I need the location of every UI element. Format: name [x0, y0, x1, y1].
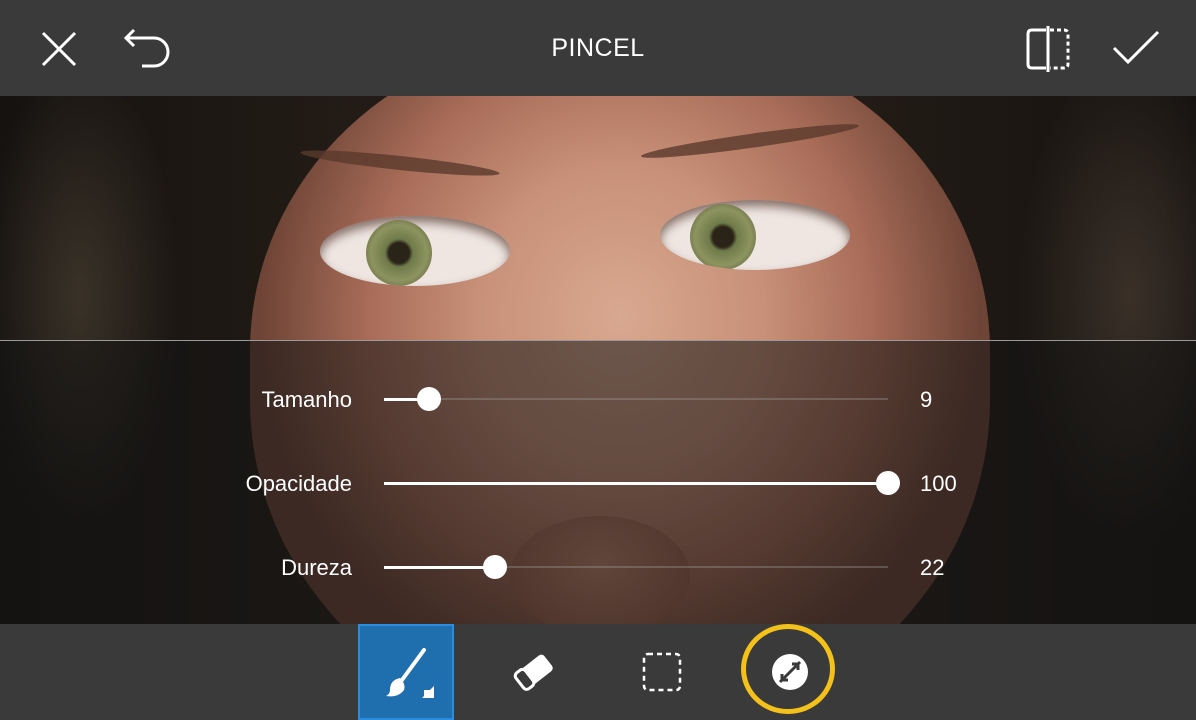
opacity-value: 100	[920, 471, 957, 496]
top-bar: PINCEL	[0, 0, 1196, 96]
dashed-square-icon	[642, 652, 682, 697]
compare-icon[interactable]	[1024, 26, 1072, 72]
opacity-slider-fill	[384, 482, 888, 485]
opacity-slider[interactable]	[384, 471, 900, 495]
highlight-ring	[741, 624, 835, 714]
bottom-toolbar	[0, 624, 1196, 720]
hardness-slider-thumb[interactable]	[483, 555, 507, 579]
hardness-slider-fill	[384, 566, 495, 569]
size-slider[interactable]	[384, 387, 888, 411]
eraser-icon	[512, 652, 556, 697]
opacity-label: Opacidade	[245, 471, 352, 496]
brush-tool-button[interactable]	[358, 624, 454, 720]
check-icon[interactable]	[1112, 30, 1160, 66]
hardness-slider[interactable]	[384, 555, 888, 579]
size-label: Tamanho	[261, 387, 352, 412]
size-value: 9	[920, 387, 933, 412]
eraser-tool-button[interactable]	[486, 624, 582, 720]
right-eye	[660, 200, 850, 270]
page-title: PINCEL	[551, 34, 645, 62]
size-slider-thumb[interactable]	[417, 387, 441, 411]
hardness-label: Dureza	[281, 555, 352, 580]
brush-icon	[382, 646, 434, 707]
left-eye	[320, 216, 510, 286]
selection-tool-button[interactable]	[614, 624, 710, 720]
opacity-slider-thumb[interactable]	[876, 471, 900, 495]
hardness-value: 22	[920, 555, 945, 580]
brush-settings-panel: Tamanho 9 Opacidade 100 Dureza 22	[0, 340, 1196, 625]
